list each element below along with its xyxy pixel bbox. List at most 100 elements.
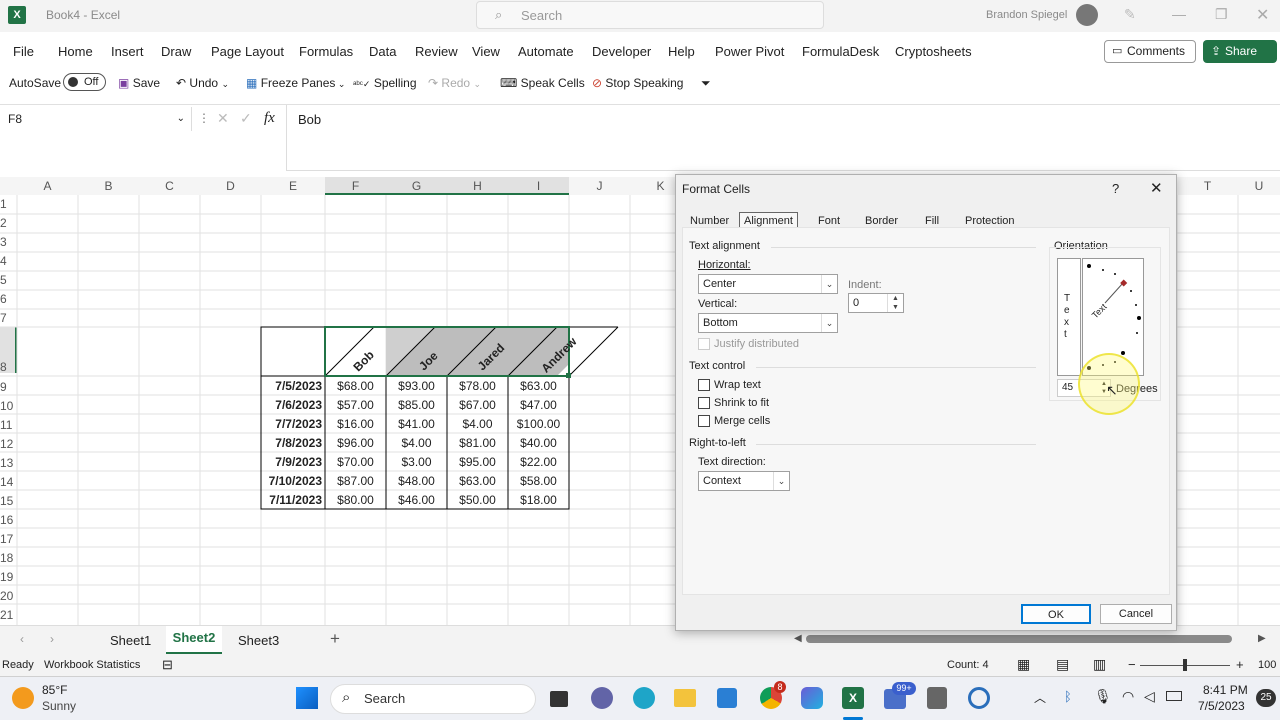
menu-draw[interactable]: Draw: [161, 44, 191, 59]
sheet-tab-2[interactable]: Sheet2: [166, 626, 222, 654]
indent-stepper[interactable]: 0 ▲ ▼: [848, 293, 904, 313]
task-view-icon[interactable]: [550, 691, 568, 707]
value-cell[interactable]: $80.00: [325, 491, 386, 510]
scroll-right-icon[interactable]: ▶: [1258, 633, 1266, 644]
chevron-down-icon[interactable]: ⌄: [221, 79, 229, 89]
redo-button[interactable]: ↷ Redo ⌄: [428, 76, 481, 90]
column-header-u[interactable]: U: [1238, 177, 1280, 195]
horizontal-select[interactable]: Center ⌄: [698, 274, 838, 294]
sheet-tab-1[interactable]: Sheet1: [110, 633, 151, 648]
wrap-text-checkbox[interactable]: [698, 379, 710, 391]
windows-start-icon[interactable]: [296, 687, 318, 709]
pen-icon[interactable]: ✎: [1124, 6, 1136, 23]
date-cell[interactable]: 7/5/2023: [262, 377, 322, 396]
value-cell[interactable]: $16.00: [325, 415, 386, 434]
menu-automate[interactable]: Automate: [518, 44, 574, 59]
excel-taskbar-icon[interactable]: X: [842, 687, 864, 709]
column-header-a[interactable]: A: [17, 177, 78, 195]
row-header[interactable]: 7: [0, 311, 16, 325]
bluetooth-icon[interactable]: ᛒ: [1064, 689, 1072, 704]
row-header[interactable]: 11: [0, 418, 16, 432]
value-cell[interactable]: $63.00: [508, 377, 569, 396]
store-icon[interactable]: [717, 688, 737, 708]
page-break-view-icon[interactable]: ▥: [1093, 656, 1106, 673]
page-layout-view-icon[interactable]: ▤: [1056, 656, 1069, 673]
ok-button[interactable]: OK: [1021, 604, 1091, 624]
clock-date[interactable]: 7/5/2023: [1198, 699, 1245, 713]
row-header[interactable]: 12: [0, 437, 16, 451]
column-header-i[interactable]: I: [508, 177, 569, 195]
microphone-icon[interactable]: 🎙: [1094, 688, 1112, 705]
row-header[interactable]: 1: [0, 197, 16, 211]
chevron-down-icon[interactable]: ⌄: [177, 107, 185, 131]
zoom-out-icon[interactable]: −: [1128, 657, 1136, 672]
help-icon[interactable]: ?: [1112, 181, 1119, 196]
row-header[interactable]: 20: [0, 589, 16, 603]
close-icon[interactable]: ✕: [1256, 5, 1269, 25]
row-header[interactable]: 8: [0, 360, 16, 374]
fx-icon[interactable]: fx: [264, 110, 275, 127]
value-cell[interactable]: $48.00: [386, 472, 447, 491]
tab-protection[interactable]: Protection: [965, 215, 1015, 227]
calculator-icon[interactable]: [927, 687, 947, 709]
row-header[interactable]: 16: [0, 513, 16, 527]
value-cell[interactable]: $47.00: [508, 396, 569, 415]
date-cell[interactable]: 7/6/2023: [262, 396, 322, 415]
weather-temp[interactable]: 85°F: [42, 683, 67, 697]
row-header[interactable]: 13: [0, 456, 16, 470]
row-header[interactable]: 15: [0, 494, 16, 508]
row-header[interactable]: 21: [0, 608, 16, 622]
column-header-t[interactable]: T: [1177, 177, 1238, 195]
cancel-entry-icon[interactable]: ✕: [217, 110, 229, 127]
normal-view-icon[interactable]: ▦: [1017, 656, 1030, 673]
chevron-right-icon[interactable]: ›: [50, 632, 54, 646]
row-header[interactable]: 19: [0, 570, 16, 584]
autosave-toggle[interactable]: Off: [63, 73, 106, 91]
date-cell[interactable]: 7/9/2023: [262, 453, 322, 472]
column-header-d[interactable]: D: [200, 177, 261, 195]
menu-developer[interactable]: Developer: [592, 44, 651, 59]
zoom-in-icon[interactable]: +: [1236, 657, 1244, 672]
menu-insert[interactable]: Insert: [111, 44, 144, 59]
menu-data[interactable]: Data: [369, 44, 396, 59]
column-header-c[interactable]: C: [139, 177, 200, 195]
weather-desc[interactable]: Sunny: [42, 699, 76, 713]
value-cell[interactable]: $95.00: [447, 453, 508, 472]
date-cell[interactable]: 7/8/2023: [262, 434, 322, 453]
wifi-icon[interactable]: ◠: [1122, 688, 1134, 705]
taskbar-search[interactable]: [330, 684, 536, 714]
confirm-entry-icon[interactable]: ✓: [240, 110, 252, 127]
tab-font[interactable]: Font: [818, 215, 840, 227]
row-header[interactable]: 10: [0, 399, 16, 413]
value-cell[interactable]: $18.00: [508, 491, 569, 510]
file-explorer-icon[interactable]: [674, 689, 696, 707]
row-header[interactable]: 18: [0, 551, 16, 565]
column-header-b[interactable]: B: [78, 177, 139, 195]
row-header[interactable]: 5: [0, 273, 16, 287]
save-button[interactable]: ▣ Save: [118, 76, 160, 90]
chevron-left-icon[interactable]: ‹: [20, 632, 24, 646]
search-input[interactable]: ⌕ Search: [476, 1, 824, 29]
speak-cells-button[interactable]: ⌨ Speak Cells: [500, 76, 585, 90]
date-cell[interactable]: 7/7/2023: [262, 415, 322, 434]
horizontal-scrollbar[interactable]: [806, 635, 1232, 643]
column-header-h[interactable]: H: [447, 177, 508, 195]
value-cell[interactable]: $78.00: [447, 377, 508, 396]
copilot-icon[interactable]: [801, 687, 823, 709]
menu-power-pivot[interactable]: Power Pivot: [715, 44, 784, 59]
value-cell[interactable]: $41.00: [386, 415, 447, 434]
value-cell[interactable]: $22.00: [508, 453, 569, 472]
battery-icon[interactable]: [1166, 691, 1182, 701]
more-icon[interactable]: ⋮: [198, 111, 210, 125]
menu-home[interactable]: Home: [58, 44, 93, 59]
row-header[interactable]: 9: [0, 380, 16, 394]
column-header-g[interactable]: G: [386, 177, 447, 195]
shrink-to-fit-checkbox[interactable]: [698, 397, 710, 409]
close-icon[interactable]: ✕: [1150, 179, 1163, 197]
value-cell[interactable]: $3.00: [386, 453, 447, 472]
value-cell[interactable]: $4.00: [447, 415, 508, 434]
vertical-text-box[interactable]: T e x t: [1057, 258, 1081, 376]
tab-border[interactable]: Border: [865, 215, 898, 227]
zoom-level[interactable]: 100: [1258, 659, 1276, 671]
value-cell[interactable]: $70.00: [325, 453, 386, 472]
